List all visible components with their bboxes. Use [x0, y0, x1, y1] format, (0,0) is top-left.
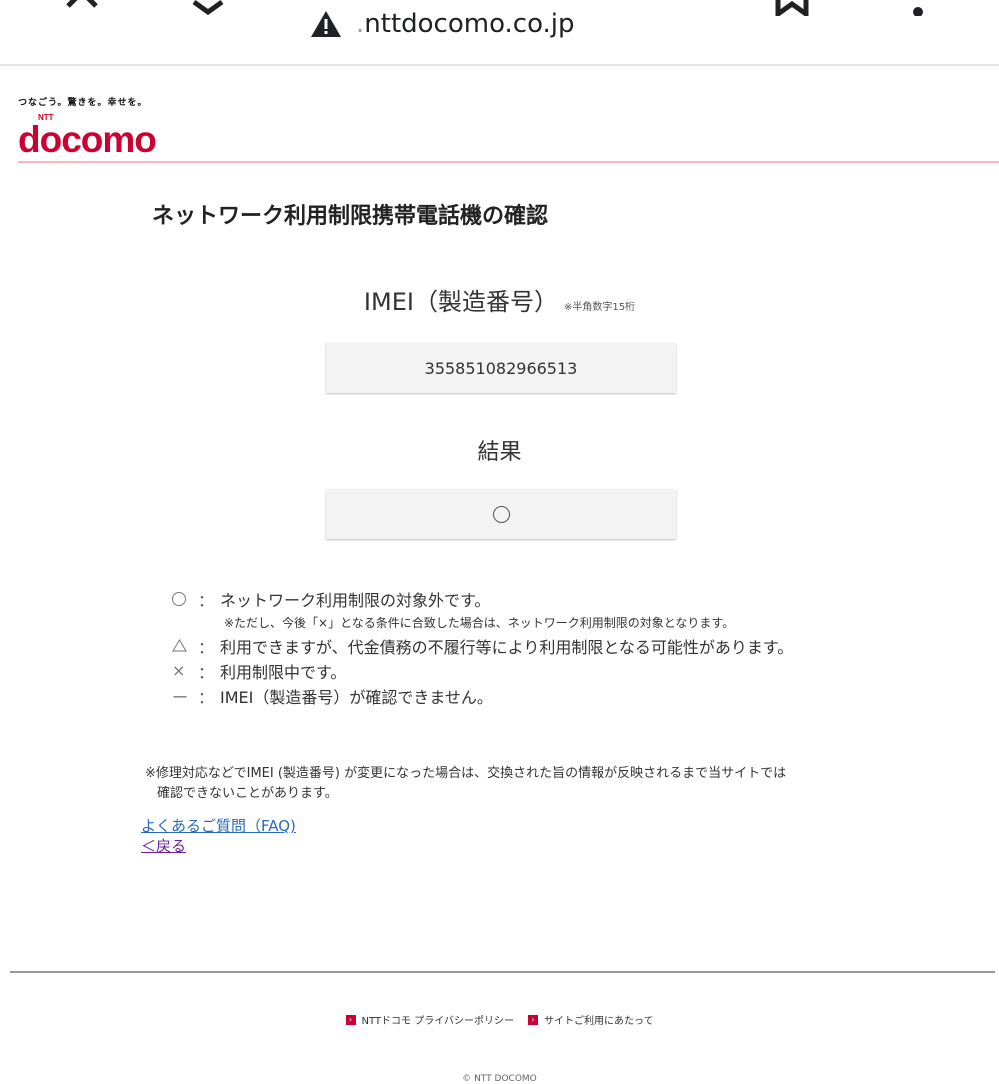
browser-toolbar: .nttdocomo.co.jp: [0, 0, 999, 66]
footer-divider: [10, 971, 995, 973]
legend-text: ネットワーク利用制限の対象外です。: [220, 590, 491, 610]
privacy-policy-link[interactable]: › NTTドコモ プライバシーポリシー: [345, 1012, 514, 1027]
imei-value: 355851082966513: [424, 358, 578, 378]
triangle-icon: [172, 639, 198, 652]
result-label: 結果: [477, 440, 522, 465]
imei-label: IMEI（製造番号） ※半角数字15桁: [0, 282, 999, 317]
dash-icon: ー: [172, 687, 189, 707]
legend-text: 利用制限中です。: [220, 662, 347, 682]
legend-item-cross: × ： 利用制限中です。: [172, 658, 793, 683]
circle-icon: [172, 591, 198, 606]
bookmark-icon[interactable]: [772, 0, 812, 19]
imei-change-note: ※修理対応などでIMEI (製造番号) が変更になった場合は、交換された旨の情報…: [145, 766, 787, 801]
legend-item-triangle: ： 利用できますが、代金債務の不履行等により利用制限となる可能性があります。: [172, 633, 793, 658]
chevron-down-icon[interactable]: [188, 0, 228, 16]
footer-links: › NTTドコモ プライバシーポリシー › サイトご利用にあたって: [0, 1012, 999, 1027]
more-vert-icon[interactable]: [898, 0, 938, 17]
close-icon[interactable]: [62, 0, 102, 16]
legend-item-dash: ー ： IMEI（製造番号）が確認できません。: [172, 683, 793, 708]
legend-subnote: ※ただし、今後「×」となる条件に合致した場合は、ネットワーク利用制限の対象となり…: [224, 615, 735, 630]
result-value-field: [326, 489, 676, 539]
arrow-right-icon: ›: [345, 1014, 356, 1025]
share-icon[interactable]: [670, 0, 710, 16]
faq-link[interactable]: よくあるご質問（FAQ): [141, 816, 296, 836]
page-links: よくあるご質問（FAQ) ＜戻る: [141, 816, 296, 856]
site-terms-link[interactable]: › サイトご利用にあたって: [528, 1012, 654, 1027]
imei-value-field: 355851082966513: [326, 343, 676, 393]
cross-icon: ×: [172, 661, 186, 680]
copyright: © NTT DOCOMO: [462, 1074, 537, 1084]
result-circle-icon: [492, 505, 510, 523]
tagline: つなごう。驚きを。幸せを。: [18, 98, 148, 108]
warning-icon[interactable]: [310, 10, 342, 38]
legend-text: IMEI（製造番号）が確認できません。: [220, 687, 493, 707]
arrow-right-icon: ›: [528, 1014, 538, 1025]
result-legend: ： ネットワーク利用制限の対象外です。 ※ただし、今後「×」となる条件に合致した…: [172, 586, 793, 708]
legend-item-circle: ： ネットワーク利用制限の対象外です。: [172, 586, 793, 611]
url-domain: nttdocomo.co.jp: [364, 9, 575, 39]
docomo-logo[interactable]: NTT docomo: [18, 112, 173, 156]
back-link[interactable]: ＜戻る: [141, 836, 296, 856]
svg-text:docomo: docomo: [18, 119, 156, 156]
imei-label-text: IMEI（製造番号）: [363, 288, 558, 316]
address-bar[interactable]: .nttdocomo.co.jp: [310, 4, 575, 44]
header-divider: [18, 161, 999, 163]
page-title: ネットワーク利用制限携帯電話機の確認: [152, 204, 549, 229]
imei-note: ※半角数字15桁: [563, 302, 636, 313]
legend-text: 利用できますが、代金債務の不履行等により利用制限となる可能性があります。: [220, 637, 794, 657]
